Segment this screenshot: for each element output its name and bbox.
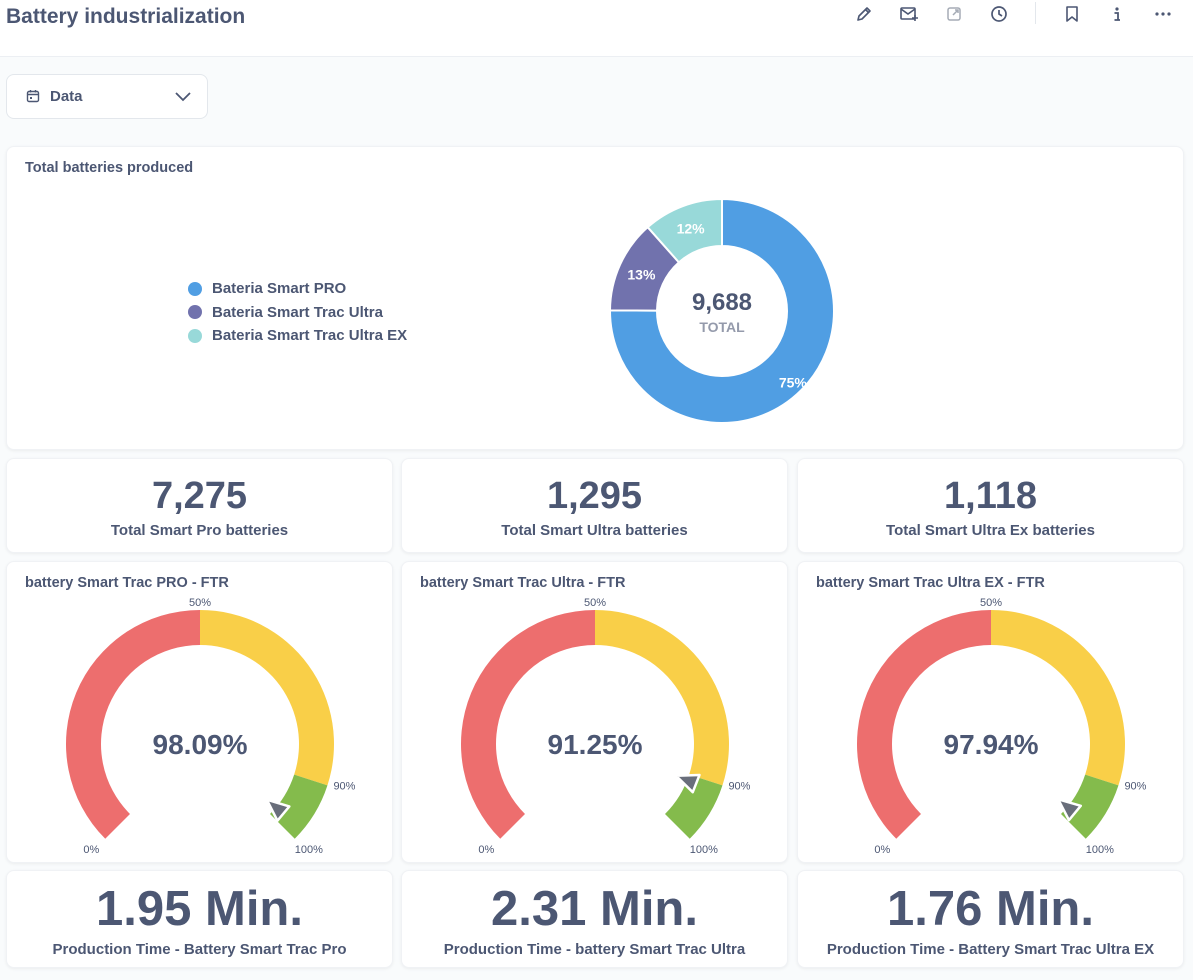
scalar-card: 1,295 Total Smart Ultra batteries [401, 458, 788, 553]
scalar-value: 1.95 Min. [96, 882, 303, 936]
subscribe-icon[interactable] [899, 4, 919, 24]
gauge-value: 97.94% [944, 729, 1039, 760]
donut-total-value: 9,688 [692, 289, 752, 316]
gauge-card: battery Smart Trac PRO - FTR 98.09% 0% 50%… [6, 561, 393, 863]
gauge-tick-label: 100% [690, 844, 718, 856]
scalar-label: Total Smart Pro batteries [110, 522, 289, 539]
gauge-tick-label: 50% [980, 597, 1002, 609]
history-icon[interactable] [989, 4, 1009, 24]
more-icon[interactable] [1153, 4, 1173, 24]
gauge-card: battery Smart Trac Ultra EX - FTR 97.94%… [797, 561, 1184, 863]
slice-percent-label: 75% [779, 374, 808, 390]
gauge-segment [65, 610, 200, 839]
scalar-value: 1,295 [546, 475, 643, 517]
share-icon[interactable] [944, 4, 964, 24]
gauge-segment [857, 610, 991, 839]
scalar-value: 7,275 [151, 475, 248, 517]
scalar-card: 1.76 Min. Production Time - Battery Smar… [797, 870, 1184, 968]
gauge-chart: 91.25% 0% 50% 90% 100% [460, 597, 751, 856]
gauge-tick-label: 90% [1124, 780, 1146, 792]
scalar-card: 2.31 Min. Production Time - battery Smar… [401, 870, 788, 968]
dashboard-header: Battery industrialization [0, 0, 1193, 57]
gauge-chart: 97.94% 0% 50% 90% 100% [857, 597, 1147, 856]
gauge-tick-label: 0% [874, 844, 890, 856]
gauge-tick-label: 90% [728, 780, 750, 792]
scalar-label: Total Smart Ultra Ex batteries [886, 522, 1095, 539]
donut-chart-card: Total batteries produced Bateria Smart P… [6, 146, 1184, 450]
slice-percent-label: 13% [627, 266, 656, 282]
dashboard-title: Battery industrialization [6, 5, 246, 28]
gauge-value: 91.25% [548, 729, 643, 760]
info-icon[interactable] [1107, 4, 1127, 24]
gauge-card: battery Smart Trac Ultra - FTR 91.25% 0% 5… [401, 561, 788, 863]
calendar-icon [26, 89, 40, 108]
toolbar-divider [1035, 2, 1036, 24]
slice-percent-label: 12% [677, 220, 706, 236]
pencil-icon[interactable] [854, 4, 874, 24]
gauge-value: 98.09% [153, 729, 248, 760]
scalar-label: Production Time - Battery Smart Trac Pro [52, 941, 347, 958]
gauge-chart: 98.09% 0% 50% 90% 100% [65, 597, 356, 856]
gauge-segment [460, 610, 595, 839]
scalar-label: Production Time - battery Smart Trac Ult… [443, 941, 746, 958]
scalar-label: Production Time - Battery Smart Trac Ult… [826, 941, 1155, 958]
scalar-card: 7,275 Total Smart Pro batteries [6, 458, 393, 553]
gauge-tick-label: 90% [333, 780, 355, 792]
date-filter-widget[interactable]: Data [6, 74, 208, 119]
bookmark-icon[interactable] [1062, 4, 1082, 24]
gauge-tick-label: 100% [295, 844, 323, 856]
filter-label: Data [50, 88, 83, 105]
scalar-value: 1,118 [944, 475, 1037, 517]
gauge-tick-label: 100% [1086, 844, 1114, 856]
chevron-down-icon [175, 89, 191, 107]
scalar-label: Total Smart Ultra batteries [501, 522, 688, 539]
gauge-tick-label: 50% [584, 597, 606, 609]
scalar-card: 1.95 Min. Production Time - Battery Smar… [6, 870, 393, 968]
scalar-value: 2.31 Min. [491, 882, 698, 936]
donut-total-label: TOTAL [699, 319, 745, 335]
scalar-card: 1,118 Total Smart Ultra Ex batteries [797, 458, 1184, 553]
gauge-tick-label: 50% [189, 597, 211, 609]
gauge-tick-label: 0% [83, 844, 99, 856]
scalar-value: 1.76 Min. [887, 882, 1094, 936]
gauge-tick-label: 0% [478, 844, 494, 856]
donut-chart: 75% 13% 12% 9,688 TOTAL [608, 197, 835, 424]
